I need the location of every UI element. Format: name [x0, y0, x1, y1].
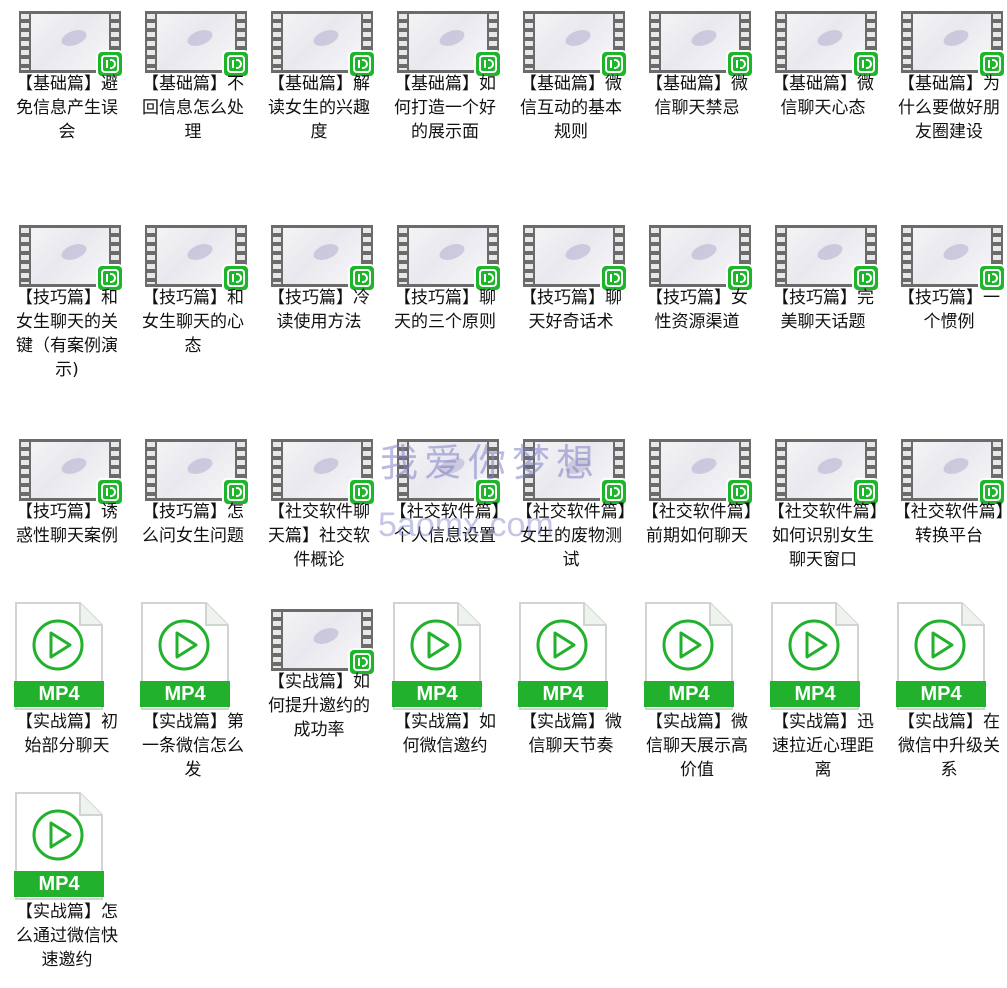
file-name-label: 【基础篇】微信互动的基本规则	[520, 74, 622, 142]
file-name-label: 【技巧篇】冷读使用方法	[268, 288, 370, 332]
video-file-item[interactable]: 【技巧篇】聊天的三个原则	[382, 214, 508, 414]
video-thumbnail	[649, 439, 754, 506]
file-name-label: 【实战篇】如何微信邀约	[394, 712, 496, 756]
mp4-file-icon: MP4	[14, 601, 104, 711]
video-thumbnail	[145, 439, 250, 506]
mp4-file-icon: MP4	[518, 601, 608, 711]
file-extension-label: MP4	[14, 681, 104, 707]
mp4-file-icon: MP4	[392, 601, 482, 711]
file-name-label: 【实战篇】初始部分聊天	[16, 712, 118, 756]
video-thumbnail	[271, 11, 376, 78]
mp4-file-icon: MP4	[140, 601, 230, 711]
file-name-label: 【实战篇】迅速拉近心理距离	[772, 712, 874, 780]
file-name-label: 【技巧篇】和女生聊天的关键（有案例演示)	[16, 288, 118, 380]
file-name-label: 【技巧篇】聊天的三个原则	[394, 288, 496, 332]
mp4-file-item[interactable]: MP4 【实战篇】迅速拉近心理距离	[760, 598, 886, 798]
video-thumbnail	[775, 225, 880, 292]
file-extension-label: MP4	[896, 681, 986, 707]
video-file-item[interactable]: 【技巧篇】聊天好奇话术	[508, 214, 634, 414]
file-name-label: 【基础篇】如何打造一个好的展示面	[394, 74, 496, 142]
mp4-file-item[interactable]: MP4 【实战篇】微信聊天节奏	[508, 598, 634, 798]
file-name-label: 【社交软件篇】如何识别女生聊天窗口	[767, 502, 879, 570]
video-thumbnail	[19, 225, 124, 292]
mp4-file-item[interactable]: MP4 【实战篇】第一条微信怎么发	[130, 598, 256, 798]
file-name-label: 【基础篇】避免信息产生误会	[16, 74, 118, 142]
file-name-label: 【技巧篇】诱惑性聊天案例	[16, 502, 118, 546]
video-thumbnail	[397, 11, 502, 78]
mp4-file-item[interactable]: MP4 【实战篇】如何微信邀约	[382, 598, 508, 798]
file-name-label: 【基础篇】微信聊天禁忌	[646, 74, 748, 118]
file-extension-label: MP4	[770, 681, 860, 707]
video-file-item[interactable]: 【实战篇】如何提升邀约的成功率	[256, 598, 382, 798]
file-name-label: 【实战篇】在微信中升级关系	[898, 712, 1000, 780]
video-file-item[interactable]: 【基础篇】如何打造一个好的展示面	[382, 0, 508, 200]
file-name-label: 【基础篇】不回信息怎么处理	[142, 74, 244, 142]
file-name-label: 【基础篇】微信聊天心态	[772, 74, 874, 118]
video-thumbnail	[271, 609, 376, 676]
video-file-item[interactable]: 【技巧篇】一个惯例	[886, 214, 1007, 414]
mp4-file-icon: MP4	[896, 601, 986, 711]
file-name-label: 【技巧篇】完美聊天话题	[772, 288, 874, 332]
file-grid: 【基础篇】避免信息产生误会 【基础篇】不回信息怎么处理 【基础篇】解读女生的兴趣度【…	[0, 0, 1007, 981]
file-name-label: 【基础篇】解读女生的兴趣度	[268, 74, 370, 142]
video-thumbnail	[19, 439, 124, 506]
video-file-item[interactable]: 【技巧篇】完美聊天话题	[760, 214, 886, 414]
watermark-url: 5aomx.com	[378, 506, 554, 544]
file-name-label: 【社交软件篇】转换平台	[893, 502, 1005, 546]
video-thumbnail	[775, 439, 880, 506]
video-thumbnail	[649, 11, 754, 78]
watermark-text: 我爱你梦想	[380, 441, 601, 485]
mp4-file-item[interactable]: MP4 【实战篇】初始部分聊天	[4, 598, 130, 798]
mp4-file-item[interactable]: MP4 【实战篇】在微信中升级关系	[886, 598, 1007, 798]
video-file-item[interactable]: 【基础篇】不回信息怎么处理	[130, 0, 256, 200]
video-file-item[interactable]: 【基础篇】解读女生的兴趣度	[256, 0, 382, 200]
file-name-label: 【实战篇】怎么通过微信快速邀约	[16, 902, 118, 970]
file-name-label: 【技巧篇】一个惯例	[898, 288, 1000, 332]
file-name-label: 【技巧篇】女性资源渠道	[646, 288, 748, 332]
file-name-label: 【实战篇】第一条微信怎么发	[142, 712, 244, 780]
video-file-item[interactable]: 【基础篇】微信聊天心态	[760, 0, 886, 200]
video-thumbnail	[145, 225, 250, 292]
file-extension-label: MP4	[14, 871, 104, 897]
file-name-label: 【基础篇】为什么要做好朋友圈建设	[898, 74, 1000, 142]
video-file-item[interactable]: 【技巧篇】女性资源渠道	[634, 214, 760, 414]
file-name-label: 【实战篇】如何提升邀约的成功率	[268, 672, 370, 740]
video-file-item[interactable]: 【技巧篇】冷读使用方法	[256, 214, 382, 414]
video-file-item[interactable]: 【技巧篇】和女生聊天的心态	[130, 214, 256, 414]
mp4-file-item[interactable]: MP4 【实战篇】怎么通过微信快速邀约	[4, 788, 130, 988]
video-thumbnail	[271, 225, 376, 292]
video-thumbnail	[775, 11, 880, 78]
mp4-file-icon: MP4	[770, 601, 860, 711]
video-thumbnail	[145, 11, 250, 78]
file-extension-label: MP4	[392, 681, 482, 707]
file-extension-label: MP4	[518, 681, 608, 707]
video-file-item[interactable]: 【基础篇】微信聊天禁忌	[634, 0, 760, 200]
file-name-label: 【技巧篇】聊天好奇话术	[520, 288, 622, 332]
video-thumbnail	[901, 439, 1006, 506]
file-extension-label: MP4	[140, 681, 230, 707]
mp4-file-icon: MP4	[14, 791, 104, 901]
file-name-label: 【技巧篇】怎么问女生问题	[142, 502, 244, 546]
video-thumbnail	[19, 11, 124, 78]
file-name-label: 【实战篇】微信聊天节奏	[520, 712, 622, 756]
video-file-item[interactable]: 【基础篇】为什么要做好朋友圈建设	[886, 0, 1007, 200]
file-name-label: 【社交软件聊天篇】社交软件概论	[268, 502, 370, 570]
file-name-label: 【技巧篇】和女生聊天的心态	[142, 288, 244, 356]
video-thumbnail	[901, 11, 1006, 78]
video-thumbnail	[271, 439, 376, 506]
video-file-item[interactable]: 【基础篇】微信互动的基本规则	[508, 0, 634, 200]
video-thumbnail	[649, 225, 754, 292]
file-extension-label: MP4	[644, 681, 734, 707]
file-name-label: 【实战篇】微信聊天展示高价值	[646, 712, 748, 780]
video-thumbnail	[523, 225, 628, 292]
video-file-item[interactable]: 【技巧篇】和女生聊天的关键（有案例演示)	[4, 214, 130, 414]
video-thumbnail	[397, 225, 502, 292]
video-thumbnail	[523, 11, 628, 78]
mp4-file-icon: MP4	[644, 601, 734, 711]
video-thumbnail	[901, 225, 1006, 292]
video-file-item[interactable]: 【基础篇】避免信息产生误会	[4, 0, 130, 200]
file-name-label: 【社交软件篇】前期如何聊天	[641, 502, 753, 546]
mp4-file-item[interactable]: MP4 【实战篇】微信聊天展示高价值	[634, 598, 760, 798]
